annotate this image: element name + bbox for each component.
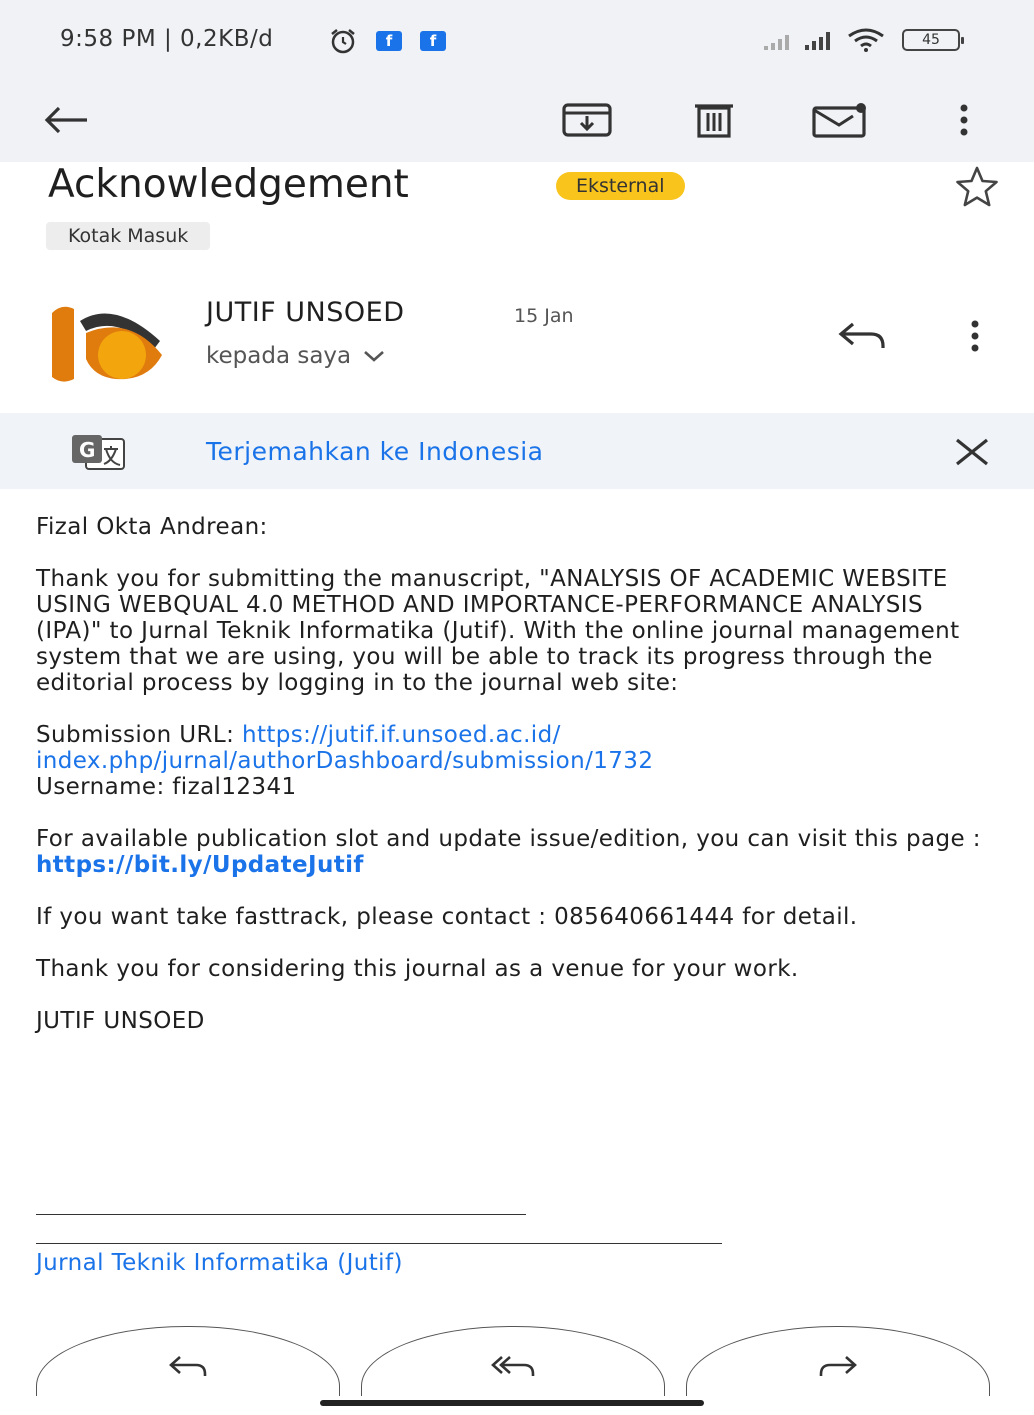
home-indicator[interactable] — [320, 1400, 704, 1406]
more-vertical-icon — [960, 104, 968, 136]
recipient-details-toggle[interactable]: kepada saya — [206, 343, 385, 369]
journal-link[interactable]: Jurnal Teknik Informatika (Jutif) — [36, 1250, 403, 1276]
external-label[interactable]: Eksternal — [556, 172, 685, 200]
forward-action-button[interactable] — [686, 1326, 990, 1396]
more-vertical-icon — [971, 320, 979, 352]
wifi-icon — [848, 28, 884, 52]
reply-button[interactable] — [832, 311, 892, 361]
close-icon — [956, 438, 988, 466]
alarm-icon — [331, 29, 355, 54]
status-bar: 9:58 PM | 0,2KB/d f f 45 — [0, 0, 1034, 80]
email-subject: Acknowledgement — [48, 162, 409, 207]
battery-icon: 45 — [902, 29, 964, 51]
message-more-button[interactable] — [950, 311, 1000, 361]
forward-icon — [819, 1355, 857, 1376]
chevron-down-icon — [364, 351, 385, 362]
reply-icon — [169, 1355, 207, 1376]
greeting: Fizal Okta Andrean: — [36, 514, 268, 540]
status-time: 9:58 PM | 0,2KB/d — [60, 26, 274, 52]
submission-label: Submission URL: — [36, 722, 242, 748]
close-translate-button[interactable] — [946, 427, 998, 477]
star-button[interactable] — [952, 162, 1002, 212]
email-date: 15 Jan — [514, 305, 574, 327]
facebook-icon: f — [376, 31, 402, 51]
reply-all-action-button[interactable] — [361, 1326, 665, 1396]
slot-text: For available publication slot and updat… — [36, 826, 981, 852]
signal-sim1-icon — [764, 30, 789, 50]
email-body: Fizal Okta Andrean: Thank you for submit… — [36, 514, 996, 1060]
update-jutif-link[interactable]: https://bit.ly/UpdateJutif — [36, 852, 364, 878]
body-paragraph: Thank you for submitting the manuscript,… — [36, 566, 960, 696]
subject-row: Acknowledgement Eksternal — [48, 162, 1008, 212]
translate-link[interactable]: Terjemahkan ke Indonesia — [206, 437, 544, 466]
signature-divider — [36, 1214, 526, 1239]
google-translate-icon: G — [72, 435, 125, 470]
inbox-label[interactable]: Kotak Masuk — [46, 222, 211, 250]
username-text: Username: fizal12341 — [36, 774, 297, 800]
back-button[interactable] — [36, 90, 96, 150]
status-notification-icons: f f — [328, 28, 446, 54]
mail-unread-icon — [812, 103, 866, 138]
recipient-text: kepada saya — [206, 343, 352, 369]
thanks-text: Thank you for considering this journal a… — [36, 956, 799, 982]
signal-sim2-icon — [805, 30, 830, 50]
slot-block: For available publication slot and updat… — [36, 826, 996, 878]
translate-banner: G Terjemahkan ke Indonesia — [0, 413, 1034, 489]
submission-block: Submission URL: https://jutif.if.unsoed.… — [36, 722, 996, 800]
sender-name: JUTIF UNSOED — [206, 297, 405, 328]
fasttrack-text: If you want take fasttrack, please conta… — [36, 904, 858, 930]
reply-all-icon — [491, 1355, 535, 1376]
mark-unread-button[interactable] — [810, 90, 870, 150]
divider-line — [36, 1243, 722, 1244]
signoff-text: JUTIF UNSOED — [36, 1008, 205, 1034]
trash-icon — [695, 104, 733, 138]
archive-icon — [562, 103, 612, 137]
reply-icon — [838, 322, 885, 348]
more-options-button[interactable] — [934, 90, 994, 150]
email-toolbar — [0, 80, 1034, 162]
divider-line — [36, 1214, 526, 1215]
delete-button[interactable] — [684, 90, 744, 150]
archive-button[interactable] — [557, 90, 617, 150]
facebook-icon: f — [420, 31, 446, 51]
status-system-icons: 45 — [764, 28, 964, 52]
svg-text:G: G — [79, 438, 95, 462]
reply-action-button[interactable] — [36, 1326, 340, 1396]
sender-row: JUTIF UNSOED 15 Jan kepada saya — [0, 285, 1034, 395]
sender-avatar-logo[interactable] — [44, 299, 164, 385]
star-icon — [956, 166, 998, 207]
arrow-left-icon — [44, 106, 87, 134]
bottom-action-bar — [0, 1326, 1034, 1396]
